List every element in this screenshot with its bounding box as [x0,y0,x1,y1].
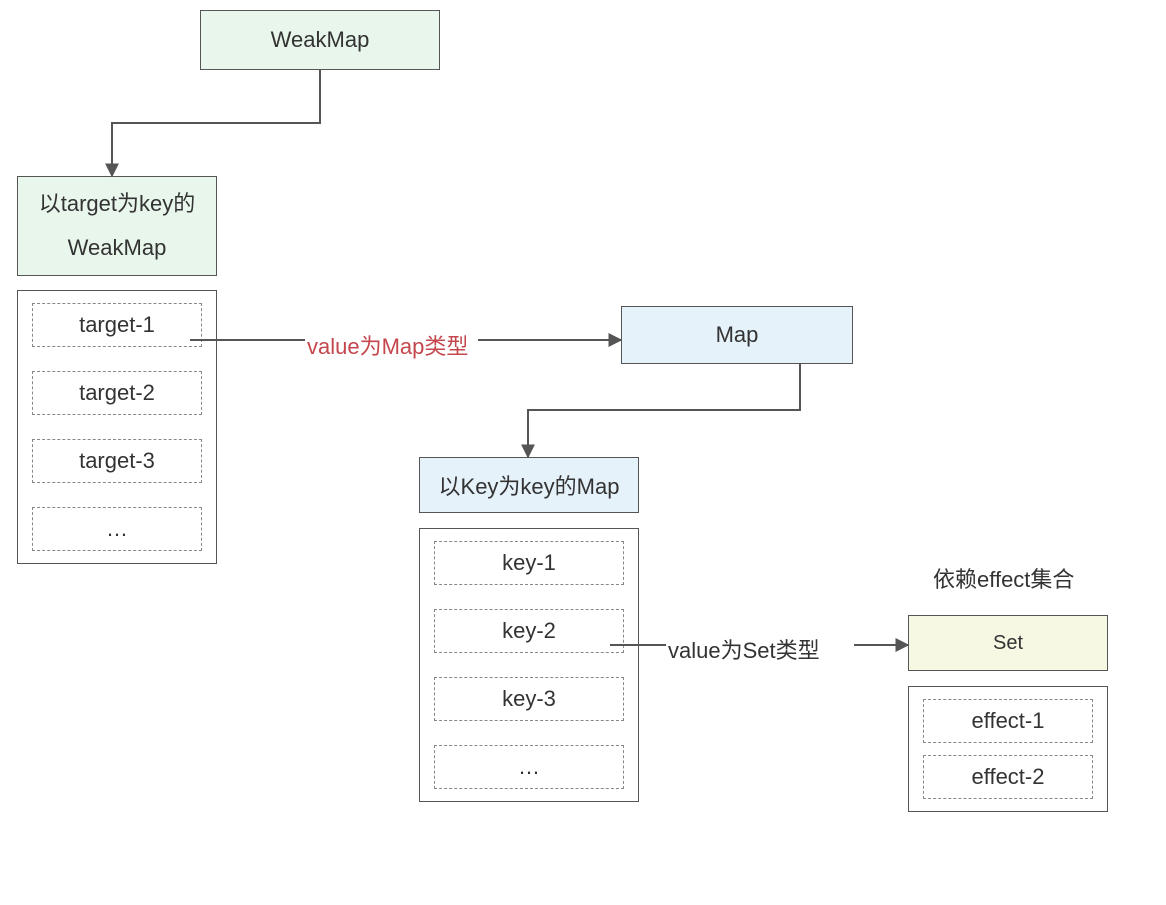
arrow-map-to-mapdesc [528,364,800,457]
targets-list: target-1 target-2 target-3 … [17,290,217,564]
key-item-3: … [434,745,624,789]
map-title: Map [716,322,759,348]
weakmap-desc-line1: 以target为key的 [39,182,196,226]
weakmap-desc-line2: WeakMap [68,226,167,270]
map-title-box: Map [621,306,853,364]
map-desc-box: 以Key为key的Map [419,457,639,513]
target-item-2: target-3 [32,439,202,483]
target-item-1: target-2 [32,371,202,415]
effect-item-1: effect-2 [923,755,1093,799]
target-item-3: … [32,507,202,551]
target-item-0: target-1 [32,303,202,347]
key-item-0: key-1 [434,541,624,585]
weakmap-desc-box: 以target为key的 WeakMap [17,176,217,276]
arrow-weakmap-to-desc [112,70,320,176]
weakmap-title: WeakMap [271,27,370,53]
set-title: Set [993,632,1023,655]
set-caption: 依赖effect集合 [933,562,1074,594]
weakmap-title-box: WeakMap [200,10,440,70]
key-item-1: key-2 [434,609,624,653]
edge-label-value-set: value为Set类型 [668,633,820,665]
key-item-2: key-3 [434,677,624,721]
effects-list: effect-1 effect-2 [908,686,1108,812]
edge-label-value-map: value为Map类型 [307,329,468,361]
map-desc: 以Key为key的Map [439,469,620,501]
keys-list: key-1 key-2 key-3 … [419,528,639,802]
set-title-box: Set [908,615,1108,671]
effect-item-0: effect-1 [923,699,1093,743]
